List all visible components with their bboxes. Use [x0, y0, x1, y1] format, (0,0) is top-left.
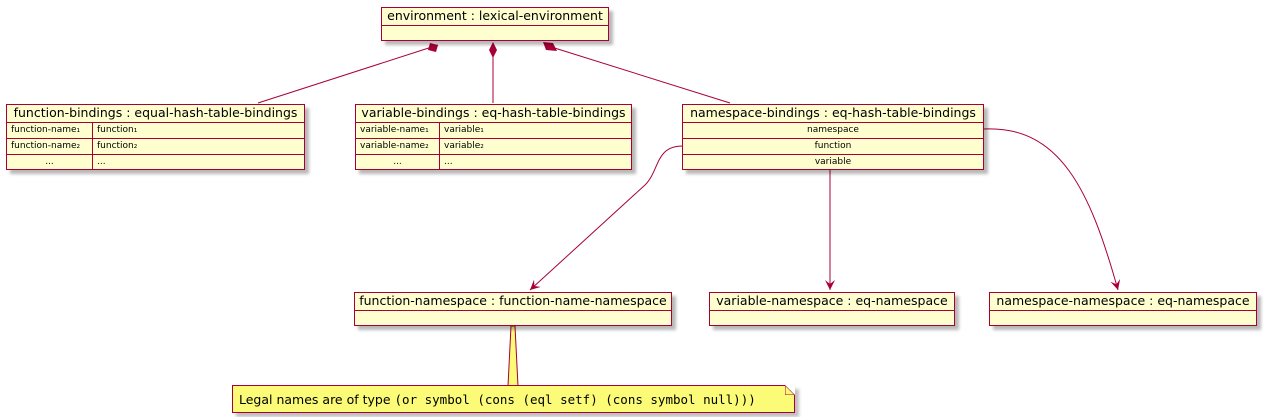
binding-value: ... — [97, 157, 106, 167]
binding-key: ... — [356, 155, 440, 170]
variable-row: variable — [814, 157, 852, 167]
table-row: ... ... — [356, 155, 631, 170]
table-row: function-name₂ function₂ — [7, 139, 304, 155]
binding-key: variable-name₂ — [356, 139, 440, 154]
composition-diamond-variable-bindings — [489, 42, 497, 58]
function-namespace-object: function-namespace : function-name-names… — [354, 292, 672, 326]
binding-key: ... — [7, 155, 93, 170]
object-title: function-bindings : equal-hash-table-bin… — [7, 105, 304, 123]
composition-diamond-function-bindings — [428, 43, 438, 52]
object-title: variable-namespace : eq-namespace — [710, 293, 954, 311]
environment-object: environment : lexical-environment — [381, 7, 609, 41]
table-row: variable-name₂ variable₂ — [356, 139, 631, 155]
note: Legal names are of type (or symbol (cons… — [232, 385, 795, 413]
arrow-namespace-to-namespace-namespace — [982, 128, 1121, 291]
bindings-table: variable-name₁ variable₁ variable-name₂ … — [356, 123, 631, 170]
binding-value: function₁ — [97, 125, 138, 135]
binding-key: variable-name₁ — [356, 123, 440, 138]
namespace-row: namespace — [683, 123, 983, 139]
composition-edge-namespace-bindings — [544, 44, 731, 104]
table-row: function-name₁ function₁ — [7, 123, 304, 139]
table-row: variable-name₁ variable₁ — [356, 123, 631, 139]
note-connector — [507, 325, 519, 387]
note-text: Legal names are of type — [239, 392, 395, 407]
table-row: ... ... — [7, 155, 304, 170]
binding-value: function₂ — [97, 141, 138, 151]
connector-layer — [257, 42, 1121, 387]
bindings-table: function-name₁ function₁ function-name₂ … — [7, 123, 304, 170]
function-bindings-object: function-bindings : equal-hash-table-bin… — [6, 104, 305, 170]
binding-value: ... — [444, 157, 453, 167]
object-title: namespace-bindings : eq-hash-table-bindi… — [683, 105, 983, 123]
binding-value: variable₁ — [444, 125, 484, 135]
object-title: namespace-namespace : eq-namespace — [990, 293, 1256, 311]
composition-edge-function-bindings — [257, 44, 439, 104]
variable-bindings-object: variable-bindings : eq-hash-table-bindin… — [355, 104, 632, 170]
object-title: variable-bindings : eq-hash-table-bindin… — [356, 105, 631, 123]
namespace-namespace-object: namespace-namespace : eq-namespace — [989, 292, 1257, 326]
binding-value: variable₂ — [444, 141, 484, 151]
variable-namespace-object: variable-namespace : eq-namespace — [709, 292, 955, 326]
note-fold-icon — [785, 385, 795, 395]
note-code: (or symbol (cons (eql setf) (cons symbol… — [394, 392, 756, 407]
object-title: environment : lexical-environment — [382, 8, 608, 26]
function-row: function — [683, 139, 983, 155]
namespace-rows: namespace function variable — [683, 123, 983, 170]
namespace-bindings-object: namespace-bindings : eq-hash-table-bindi… — [682, 104, 984, 170]
binding-key: function-name₁ — [7, 123, 93, 138]
composition-diamond-namespace-bindings — [543, 42, 557, 51]
binding-key: function-name₂ — [7, 139, 93, 154]
object-title: function-namespace : function-name-names… — [355, 293, 671, 311]
